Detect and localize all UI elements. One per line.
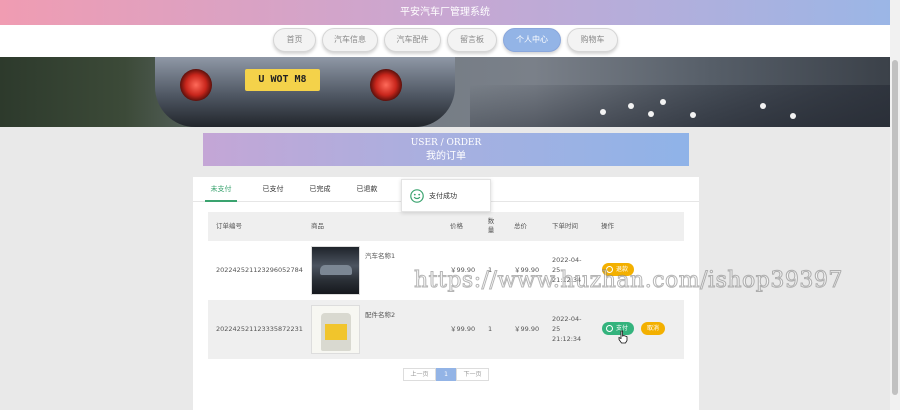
road-light [648, 111, 654, 117]
banner-road [470, 85, 890, 127]
total-price: ￥99.90 [514, 325, 540, 333]
nav-car-info[interactable]: 汽车信息 [322, 28, 378, 52]
table-header: 订单编号 商品 价格 数 量 总价 下单时间 操作 [208, 212, 684, 241]
tab-completed[interactable]: 已完成 [304, 177, 336, 202]
page-1-button[interactable]: 1 [436, 368, 456, 381]
prev-page-button[interactable]: 上一页 [403, 368, 436, 381]
road-light [790, 113, 796, 119]
cancel-button[interactable]: 取消 [641, 322, 666, 335]
th-action: 操作 [601, 222, 614, 230]
th-order-no: 订单编号 [216, 222, 242, 230]
order-number: 202242521123296052784 [216, 266, 303, 274]
page-scrollbar[interactable] [890, 0, 900, 410]
road-light [690, 112, 696, 118]
nav-message-board[interactable]: 留言板 [447, 28, 497, 52]
product-thumbnail[interactable] [311, 246, 360, 295]
banner-car [155, 57, 455, 127]
th-order-time: 下单时间 [552, 222, 578, 230]
order-date: 2022-04- [552, 315, 582, 323]
order-time: 2022-04- 25 21:12:34 [552, 314, 582, 344]
nav-car-parts[interactable]: 汽车配件 [384, 28, 441, 52]
banner-image: U WOT M8 [0, 57, 890, 127]
next-page-button[interactable]: 下一页 [456, 368, 489, 381]
tab-unpaid[interactable]: 未支付 [205, 177, 237, 202]
th-qty-line1: 数 [487, 217, 495, 225]
top-nav: 首页 汽车信息 汽车配件 留言板 个人中心 购物车 [0, 25, 890, 57]
product-name[interactable]: 配件名称2 [365, 310, 395, 320]
cancel-label: 取消 [647, 325, 660, 332]
order-number: 202242521123335872231 [216, 325, 303, 333]
order-panel: 未支付 已支付 已完成 已退款 支付成功 订单编号 商品 价格 数 量 总价 下… [193, 177, 699, 410]
order-clock: 21:12:34 [552, 335, 582, 343]
hand-cursor-icon [618, 330, 628, 344]
table-row: 202242521123335872231 配件名称2 ￥99.90 1 ￥99… [208, 300, 684, 359]
road-light [660, 99, 666, 105]
site-title: 平安汽车厂管理系统 [400, 7, 490, 18]
site-header: 平安汽车厂管理系统 [0, 0, 890, 25]
tab-refunded[interactable]: 已退款 [351, 177, 383, 202]
road-light [600, 109, 606, 115]
th-product: 商品 [311, 222, 324, 230]
order-day: 25 [552, 325, 561, 333]
tail-light-left [180, 69, 212, 101]
car-image [312, 247, 359, 294]
road-light [628, 103, 634, 109]
order-date: 2022-04- [552, 256, 582, 264]
nav-cart[interactable]: 购物车 [567, 28, 618, 52]
nav-personal-center[interactable]: 个人中心 [503, 28, 561, 52]
page-title-en: USER / ORDER [410, 138, 482, 148]
smile-icon [410, 189, 424, 203]
watermark-text: https://www.huzhan.com/ishop39397 [414, 268, 843, 294]
tab-paid[interactable]: 已支付 [257, 177, 289, 202]
product-thumbnail[interactable] [311, 305, 360, 354]
page-title-box: USER / ORDER 我的订单 [203, 133, 689, 166]
toast-text: 支付成功 [429, 192, 457, 200]
th-qty-line2: 量 [487, 226, 495, 234]
tail-light-right [370, 69, 402, 101]
th-total: 总价 [514, 222, 527, 230]
nav-home[interactable]: 首页 [273, 28, 316, 52]
oil-bottle-image [312, 306, 359, 353]
product-name[interactable]: 汽车名称1 [365, 251, 395, 261]
page-title-cn: 我的订单 [426, 151, 466, 162]
price: ￥99.90 [450, 325, 476, 333]
scrollbar-thumb[interactable] [892, 60, 898, 395]
road-light [760, 103, 766, 109]
payment-success-toast: 支付成功 [401, 179, 491, 212]
th-qty: 数 量 [486, 212, 496, 241]
th-price: 价格 [450, 222, 463, 230]
license-plate: U WOT M8 [245, 69, 320, 91]
pay-icon [606, 325, 613, 332]
quantity: 1 [488, 325, 493, 333]
